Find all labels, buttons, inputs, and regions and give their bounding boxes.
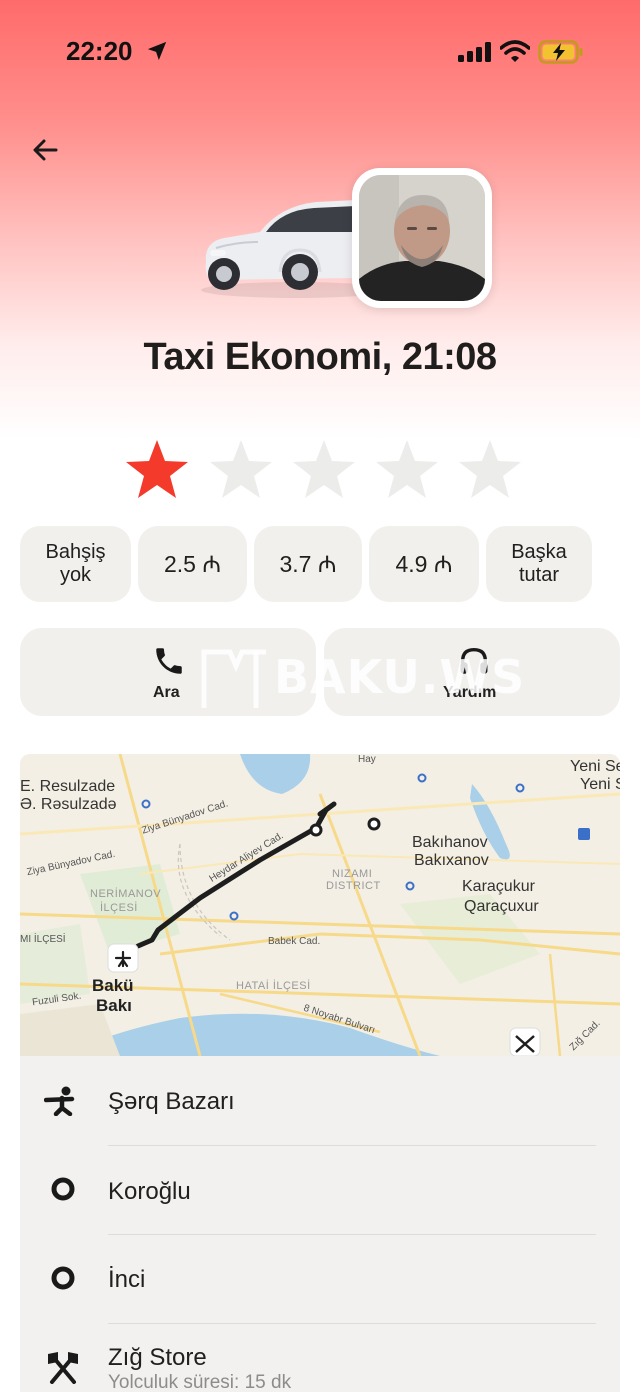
stop-name: Şərq Bazarı xyxy=(108,1088,235,1115)
wifi-icon xyxy=(500,40,530,62)
tip-amount: 3.7 ₼ xyxy=(279,550,337,577)
map-label: Ə. Rəsulzadə xyxy=(20,796,117,813)
map-label: MI İLÇESİ xyxy=(20,934,66,945)
map-label: Bakıhanov xyxy=(412,834,488,851)
tip-options: Bahşiş yok 2.5 ₼ 3.7 ₼ 4.9 ₼ Başka tutar xyxy=(20,526,620,602)
map-label: NIZAMI xyxy=(332,868,373,880)
map-label: Qaraçuxur xyxy=(464,898,539,915)
stop-name: İnci xyxy=(108,1266,146,1293)
star-3[interactable] xyxy=(291,438,357,500)
tip-label: Başka xyxy=(511,541,567,563)
location-arrow-icon xyxy=(147,41,167,61)
map-label: Yeni Se xyxy=(580,776,620,793)
map-label: Yeni Se xyxy=(570,758,620,775)
tip-other-amount-button[interactable]: Başka tutar xyxy=(486,526,592,602)
route-stop[interactable]: Zığ Store Yolculuk süresi: 15 dk xyxy=(20,1324,620,1392)
watermark-logo: BAKU.WS xyxy=(200,640,524,712)
tip-amount: 2.5 ₼ xyxy=(164,550,221,577)
pedestrian-icon xyxy=(44,1086,75,1116)
map-label: HATAİ İLÇESİ xyxy=(236,980,311,992)
map-label: Karaçukur xyxy=(462,878,535,895)
tip-amount: 4.9 ₼ xyxy=(395,550,453,577)
tip-amount-button[interactable]: 4.9 ₼ xyxy=(369,526,479,602)
stop-name: Koroğlu xyxy=(108,1178,191,1205)
map-label: NERİMANOV xyxy=(90,888,162,900)
stop-name: Zığ Store xyxy=(108,1344,207,1371)
rating-stars xyxy=(124,438,524,502)
tip-label: tutar xyxy=(518,564,560,586)
tip-amount-button[interactable]: 3.7 ₼ xyxy=(254,526,362,602)
battery-charging-icon xyxy=(538,40,583,64)
map-label: DISTRICT xyxy=(326,880,381,892)
map-label: E. Resulzade xyxy=(20,778,116,795)
status-time: 22:20 xyxy=(66,36,133,66)
route-stop[interactable]: Şərq Bazarı xyxy=(20,1056,620,1144)
order-title: Taxi Ekonomi, 21:08 xyxy=(143,336,497,378)
driver-photo xyxy=(352,168,492,308)
trip-duration: Yolculuk süresi: 15 dk xyxy=(108,1372,292,1392)
star-2[interactable] xyxy=(208,438,274,500)
cellular-signal-icon xyxy=(458,42,491,62)
map-label: Babek Cad. xyxy=(268,936,321,947)
route-map[interactable]: E. Resulzade Ə. Rəsulzadə Ziya Bünyadov … xyxy=(20,754,620,1056)
circle-stop-icon xyxy=(51,1266,75,1290)
star-5[interactable] xyxy=(457,438,523,500)
back-arrow-button[interactable] xyxy=(24,128,68,172)
phone-icon xyxy=(156,648,182,674)
status-bar: 22:20 xyxy=(0,0,640,100)
route-stops-list: Şərq Bazarı Koroğlu İnci Zığ Store Yolcu… xyxy=(20,1056,620,1392)
route-stop[interactable]: Koroğlu xyxy=(20,1146,620,1234)
finish-flag-icon xyxy=(48,1352,78,1384)
tip-label: Bahşiş xyxy=(45,541,106,563)
map-label: Bakıxanov xyxy=(414,852,489,869)
tip-amount-button[interactable]: 2.5 ₼ xyxy=(138,526,247,602)
map-label: Bakü xyxy=(92,976,134,995)
tip-none-button[interactable]: Bahşiş yok xyxy=(20,526,131,602)
map-label: Hay xyxy=(358,754,376,765)
map-label: İLÇESİ xyxy=(100,902,138,914)
star-4[interactable] xyxy=(374,438,440,500)
map-label: Bakı xyxy=(96,996,132,1015)
tip-label: yok xyxy=(59,564,92,586)
circle-stop-icon xyxy=(51,1177,75,1201)
star-1[interactable] xyxy=(124,438,190,500)
watermark-text: BAKU.WS xyxy=(274,650,526,704)
route-stop[interactable]: İnci xyxy=(20,1234,620,1322)
call-label: Ara xyxy=(153,684,180,701)
